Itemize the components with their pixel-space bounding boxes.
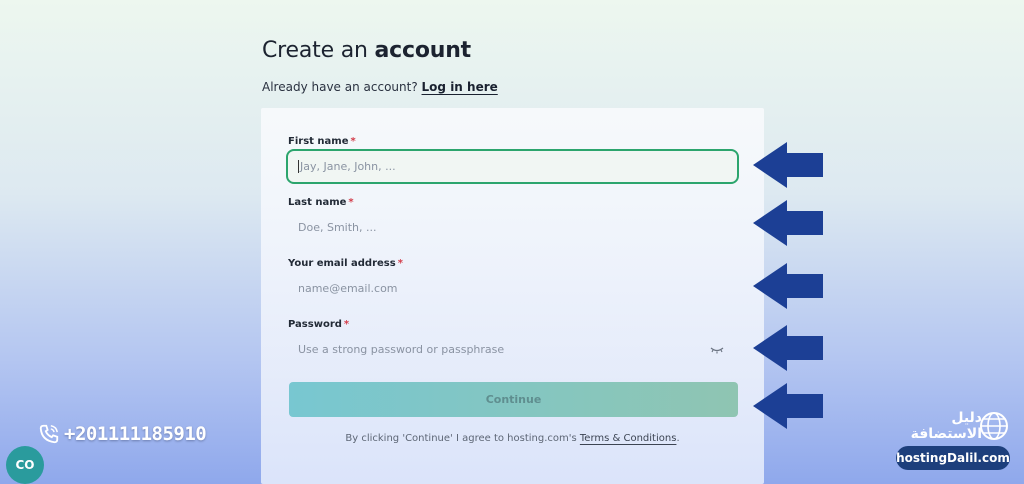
first-name-placeholder: Jay, Jane, John, ... <box>300 160 396 173</box>
arrow-left-icon <box>753 383 823 429</box>
text-cursor <box>298 160 299 173</box>
terms-notice: By clicking 'Continue' I agree to hostin… <box>345 433 680 444</box>
arrow-left-icon <box>753 325 823 371</box>
login-prompt-text: Already have an account? <box>262 80 418 94</box>
login-link[interactable]: Log in here <box>422 80 498 94</box>
signup-form: First name * Jay, Jane, John, ... Last na… <box>261 108 764 484</box>
login-prompt: Already have an account? Log in here <box>262 80 498 94</box>
first-name-label: First name * <box>288 136 356 147</box>
phone-number: +201111185910 <box>38 423 207 445</box>
globe-icon <box>980 412 1008 440</box>
chat-button[interactable]: CO <box>6 446 44 484</box>
password-placeholder: Use a strong password or passphrase <box>298 343 505 356</box>
email-input[interactable]: name@email.com <box>287 272 737 305</box>
continue-button[interactable]: Continue <box>289 382 738 417</box>
email-placeholder: name@email.com <box>298 282 398 295</box>
terms-text: By clicking 'Continue' I agree to hostin… <box>345 433 577 444</box>
phone-icon <box>39 424 59 444</box>
hostingdalil-logo: دليل الاستضافة hostingDalil.com <box>894 408 1012 472</box>
page-title: Create an account <box>262 38 471 63</box>
password-label: Password * <box>288 319 350 330</box>
email-label: Your email address * <box>288 258 403 269</box>
last-name-input[interactable]: Doe, Smith, ... <box>287 211 737 244</box>
arrow-left-icon <box>753 263 823 309</box>
first-name-input[interactable]: Jay, Jane, John, ... <box>286 149 739 184</box>
phone-number-text: +201111185910 <box>64 423 207 445</box>
last-name-placeholder: Doe, Smith, ... <box>298 221 377 234</box>
arrow-left-icon <box>753 200 823 246</box>
last-name-label: Last name * <box>288 197 354 208</box>
eye-closed-icon[interactable] <box>710 344 724 356</box>
arrow-left-icon <box>753 142 823 188</box>
terms-link[interactable]: Terms & Conditions <box>580 433 677 444</box>
password-input[interactable]: Use a strong password or passphrase <box>287 333 737 366</box>
